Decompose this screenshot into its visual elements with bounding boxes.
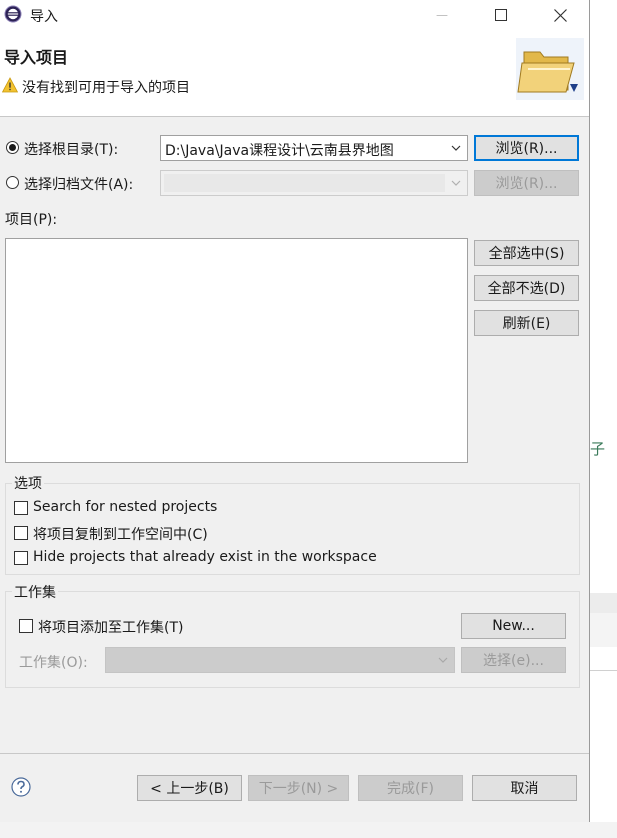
back-button[interactable]: < 上一步(B) [137,775,242,801]
eclipse-app-icon [4,5,22,23]
root-directory-value: D:\Java\Java课程设计\云南县界地图 [165,143,394,159]
minimize-button[interactable]: — [419,0,465,30]
next-button[interactable]: 下一步(N) > [248,775,349,801]
projects-list[interactable] [5,238,468,463]
footer-divider [0,753,589,754]
warning-icon [2,77,18,93]
working-sets-label: 工作集(O): [19,655,88,671]
select-working-set-button[interactable]: 选择(e)... [461,647,566,673]
background-strip [590,593,617,613]
browse-archive-button[interactable]: 浏览(R)... [474,170,579,196]
working-sets-group [5,591,580,688]
nested-projects-label: Search for nested projects [33,499,218,515]
status-message: 没有找到可用于导入的项目 [22,80,190,96]
browse-root-button[interactable]: 浏览(R)... [474,135,579,161]
refresh-button[interactable]: 刷新(E) [474,310,579,336]
background-strip [590,613,617,647]
finish-button[interactable]: 完成(F) [358,775,463,801]
options-group-title: 选项 [12,473,44,493]
new-working-set-button[interactable]: New... [461,613,566,639]
close-button[interactable] [537,0,583,30]
page-title: 导入项目 [4,48,69,67]
window-title: 导入 [30,9,58,25]
archive-file-radio[interactable] [6,176,19,189]
background-text-fragment: 子 [590,440,606,458]
chevron-down-icon [438,657,448,663]
working-sets-combo[interactable] [105,647,455,673]
background-divider [590,670,617,671]
root-directory-radio[interactable] [6,141,19,154]
copy-to-workspace-checkbox[interactable] [14,526,28,540]
chevron-down-icon [451,145,461,151]
background-page [590,0,617,838]
help-icon[interactable] [11,777,31,797]
deselect-all-button[interactable]: 全部不选(D) [474,275,579,301]
root-directory-combo[interactable]: D:\Java\Java课程设计\云南县界地图 [160,135,468,161]
hide-existing-label: Hide projects that already exist in the … [33,549,377,565]
title-bar[interactable]: 导入 — [0,0,589,30]
cancel-button[interactable]: 取消 [472,775,577,801]
working-sets-group-title: 工作集 [12,582,58,602]
import-dialog: 导入 — 导入项目 没有找到可用于导入的项目 选择根目录(T): D:\Java… [0,0,590,822]
minimize-icon: — [436,8,448,22]
maximize-icon [495,9,507,21]
chevron-down-icon [451,180,461,186]
root-directory-label: 选择根目录(T): [24,142,119,158]
close-icon [553,8,567,22]
archive-file-combo[interactable] [160,170,468,196]
projects-label: 项目(P): [5,212,58,228]
copy-to-workspace-label: 将项目复制到工作空间中(C) [33,527,208,543]
nested-projects-checkbox[interactable] [14,501,28,515]
select-all-button[interactable]: 全部选中(S) [474,240,579,266]
archive-file-value [164,174,445,192]
hide-existing-checkbox[interactable] [14,551,28,565]
wizard-header: 导入项目 没有找到可用于导入的项目 [0,30,589,117]
add-to-working-set-checkbox[interactable] [19,619,33,633]
maximize-button[interactable] [478,0,524,30]
folder-open-icon [516,38,584,100]
add-to-working-set-label: 将项目添加至工作集(T) [38,620,184,636]
archive-file-label: 选择归档文件(A): [24,177,134,193]
background-bottom [0,822,617,838]
